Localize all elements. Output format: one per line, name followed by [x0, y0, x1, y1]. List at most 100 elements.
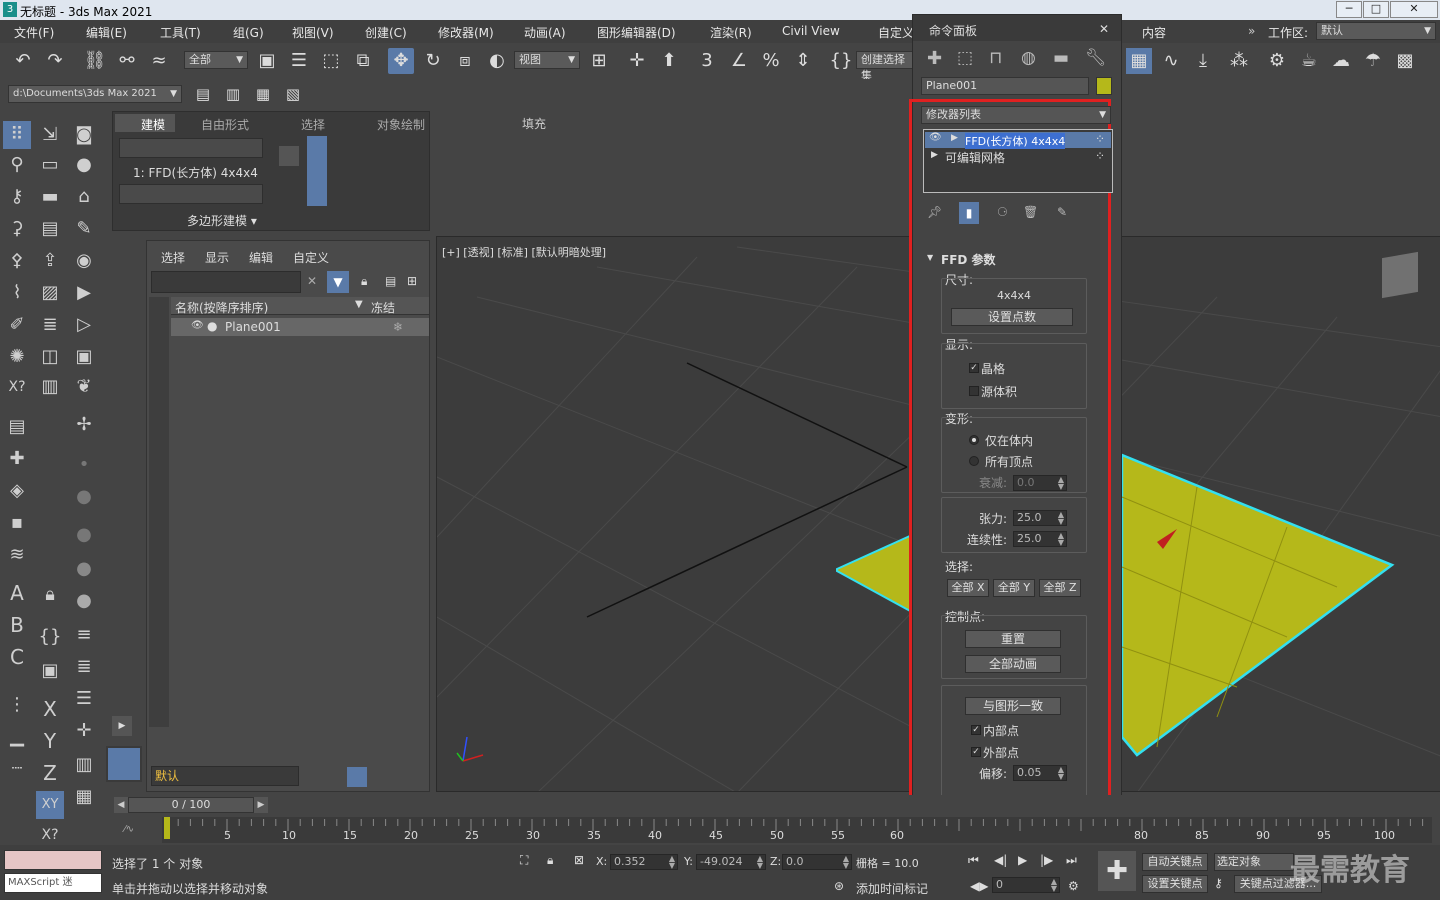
expand-icon[interactable]: » [1248, 24, 1255, 38]
sheet-icon[interactable]: ▨ [36, 279, 64, 307]
bend-icon[interactable]: ⌇ [3, 279, 31, 307]
animate-all-button[interactable]: 全部动画 [965, 655, 1061, 673]
render-dot-icon[interactable]: ● [207, 319, 217, 333]
conform-to-shape-button[interactable]: 与图形一致 [965, 697, 1061, 715]
pivot-center-icon[interactable]: ⊞ [586, 48, 612, 74]
layers-icon[interactable]: ◈ [3, 477, 31, 505]
tree-icon[interactable]: ⊞ [407, 274, 417, 288]
scene-menu-edit[interactable]: 编辑 [249, 249, 273, 266]
col-freeze[interactable]: 冻结 [371, 299, 395, 316]
object-name-input[interactable]: Plane001 [921, 77, 1089, 95]
sort-icon[interactable]: ▼ [355, 299, 363, 310]
scene-menu-display[interactable]: 显示 [205, 249, 229, 266]
continuity-spinner[interactable]: 25.0 ▲ ▼ [1013, 531, 1067, 547]
layer-explorer-icon[interactable]: ▦ [1126, 48, 1152, 74]
absolute-mode-icon[interactable]: ⊠ [574, 853, 584, 867]
stack3-icon[interactable]: ☰ [70, 685, 98, 713]
source-volume-checkbox[interactable] [969, 386, 979, 396]
tab-freeform[interactable]: 自由形式 [201, 116, 249, 133]
viewcube[interactable] [1382, 251, 1418, 299]
utilities-tab-icon[interactable]: 🔧︎ [1085, 48, 1107, 68]
set-key-button[interactable]: 设置关键点 [1142, 875, 1208, 893]
window-crossing-icon[interactable]: ⧉ [350, 48, 376, 74]
inside-points-checkbox[interactable]: ✓ [971, 725, 981, 735]
time-tag-icon[interactable]: ⊛ [834, 879, 844, 893]
selection-icon[interactable]: ▪ [3, 509, 31, 537]
polygon-modeling-label[interactable]: 多边形建模 ▾ [187, 212, 257, 229]
ruler-icon[interactable]: ▁ [3, 723, 31, 751]
set-key-big-icon[interactable]: ✚ [1098, 851, 1136, 891]
unlink-icon[interactable]: ⚯ [114, 48, 140, 74]
percent-snap-icon[interactable]: % [758, 48, 784, 74]
auto-key-button[interactable]: 自动关键点 [1142, 853, 1208, 871]
import-icon[interactable]: ⇲ [36, 121, 64, 149]
set-points-button[interactable]: 设置点数 [951, 308, 1073, 326]
selected-object-dropdown[interactable]: 选定对象 [1214, 853, 1294, 871]
lock-icon[interactable]: 🔒︎ [36, 581, 64, 609]
all-y-button[interactable]: 全部 Y [993, 579, 1035, 597]
tab-populate[interactable]: 填充 [522, 115, 546, 132]
paint-brush-icon[interactable]: ✐ [3, 311, 31, 339]
remove-modifier-icon[interactable]: 🗑︎ [1023, 205, 1038, 219]
edit-named-selection-icon[interactable]: {} [828, 48, 854, 74]
star-icon[interactable]: ✺ [3, 343, 31, 371]
project-folder-icon[interactable]: ▤ [190, 81, 216, 107]
object-color-swatch[interactable] [1096, 77, 1112, 95]
maximize-button[interactable]: □ [1363, 1, 1389, 18]
add-time-tag[interactable]: 添加时间标记 [856, 880, 928, 897]
ffd-params-title[interactable]: FFD 参数 [941, 251, 996, 268]
a360-icon[interactable]: ▩ [1392, 48, 1418, 74]
sphere-icon[interactable]: ◉ [70, 247, 98, 275]
link-icon[interactable]: ⛓ [82, 48, 108, 74]
stack-expand2-icon[interactable]: ▶ [931, 150, 938, 160]
menu-tools[interactable]: 工具(T) [160, 24, 201, 41]
stack-expand-icon[interactable]: ▶ [951, 133, 958, 143]
xyz-icon[interactable]: X? [3, 373, 31, 401]
list-icon[interactable]: ≣ [36, 311, 64, 339]
menu-graph-editors[interactable]: 图形编辑器(D) [597, 24, 676, 41]
stack-visibility-icon[interactable]: 👁︎ [929, 132, 942, 143]
menu-customize[interactable]: 自定义 [878, 24, 914, 41]
select-move-icon[interactable]: ✥ [388, 48, 414, 74]
text-b-icon[interactable]: B [3, 611, 31, 639]
select-by-name-icon[interactable]: ☰ [286, 48, 312, 74]
axis-xy-icon[interactable]: XY [36, 791, 64, 819]
ribbon-tool-icon[interactable] [279, 146, 299, 166]
render-setup-icon[interactable]: ⚙ [1264, 48, 1290, 74]
render-frame-icon[interactable]: ☕ [1296, 48, 1322, 74]
prev-frame-icon[interactable]: ◀ [114, 797, 128, 813]
layer-dropdown[interactable]: 默认 [151, 766, 299, 786]
pin-stack-icon[interactable]: 📌︎ [927, 205, 942, 219]
dash-icon[interactable]: ┈ [3, 755, 31, 783]
keyboard-shortcut-icon[interactable]: ⬆ [656, 48, 682, 74]
display-tab-icon[interactable]: ▬ [1053, 48, 1069, 68]
col-name[interactable]: 名称(按降序排序) [175, 299, 268, 316]
film-icon[interactable]: ▶ [70, 279, 98, 307]
measure-icon[interactable]: ⚴ [3, 247, 31, 275]
trash-icon[interactable]: ▥ [70, 751, 98, 779]
select-rotate-icon[interactable]: ↻ [420, 48, 446, 74]
stack-item-ffd[interactable]: FFD(长方体) 4x4x4 [965, 133, 1066, 149]
prev-key-icon[interactable]: ◀| [994, 853, 1007, 867]
y-coordinate[interactable]: -49.024 ▲ ▼ [696, 854, 766, 870]
axis-x-icon[interactable]: X [36, 695, 64, 723]
key-filter-icon[interactable]: ⚷ [1214, 876, 1223, 890]
snaps-toggle-icon[interactable]: 3 [694, 48, 720, 74]
house-icon[interactable]: ⌂ [70, 183, 98, 211]
time-cursor[interactable] [164, 817, 170, 839]
workspace-dropdown[interactable]: 默认 ▼ [1316, 22, 1436, 40]
freeze-icon[interactable]: ❄ [393, 320, 403, 334]
row-plane001[interactable]: Plane001 [225, 320, 281, 334]
key-mode-icon[interactable]: ◀▶ [970, 879, 988, 893]
gear-add-icon[interactable]: ✛ [70, 717, 98, 745]
cmd-close-button[interactable]: ✕ [1099, 22, 1109, 36]
motion-tab-icon[interactable]: ◍ [1021, 48, 1036, 68]
offset-spinner[interactable]: 0.05 ▲ ▼ [1013, 765, 1067, 781]
show-end-result-icon[interactable]: ▮ [959, 202, 979, 224]
panel-icon[interactable]: ▦ [70, 783, 98, 811]
goto-start-icon[interactable]: ⏮ [968, 853, 979, 868]
goto-end-icon[interactable]: ⏭ [1066, 853, 1077, 868]
text-c-icon[interactable]: C [3, 643, 31, 671]
undo-icon[interactable]: ↶ [10, 48, 36, 74]
stack-icon[interactable]: ≡ [70, 621, 98, 649]
